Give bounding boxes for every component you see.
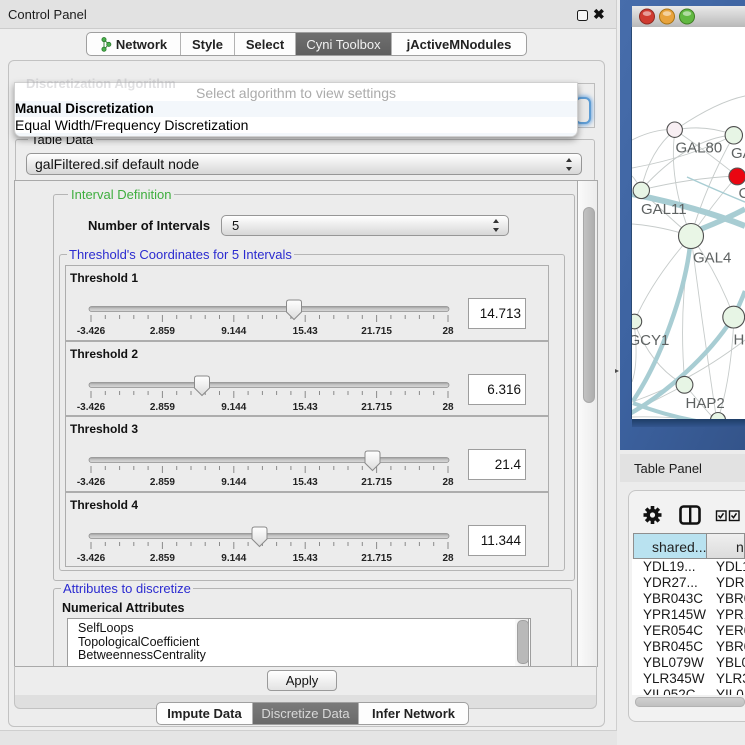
svg-text:HAP2: HAP2 <box>686 395 725 412</box>
svg-text:GAL80: GAL80 <box>676 140 723 157</box>
svg-text:15.43: 15.43 <box>293 402 318 413</box>
svg-text:HIS: HIS <box>734 332 745 349</box>
svg-text:GCY1: GCY1 <box>632 332 669 349</box>
svg-text:28: 28 <box>442 477 454 488</box>
svg-text:28: 28 <box>442 402 454 413</box>
svg-text:GAL4: GAL4 <box>693 250 731 267</box>
svg-text:GAL7: GAL7 <box>731 145 745 162</box>
svg-text:2.859: 2.859 <box>150 402 175 413</box>
svg-text:15.43: 15.43 <box>293 326 318 337</box>
svg-text:21.715: 21.715 <box>361 553 392 564</box>
svg-text:2.859: 2.859 <box>150 326 175 337</box>
svg-text:-3.426: -3.426 <box>77 326 106 337</box>
svg-text:9.144: 9.144 <box>221 326 246 337</box>
svg-text:9.144: 9.144 <box>221 553 246 564</box>
svg-text:GAL11: GAL11 <box>641 201 687 218</box>
svg-text:-3.426: -3.426 <box>77 402 106 413</box>
svg-text:CRP: CRP <box>739 185 745 202</box>
svg-text:2.859: 2.859 <box>150 553 175 564</box>
svg-text:2.859: 2.859 <box>150 477 175 488</box>
svg-text:15.43: 15.43 <box>293 553 318 564</box>
svg-text:21.715: 21.715 <box>361 326 392 337</box>
svg-text:21.715: 21.715 <box>361 477 392 488</box>
svg-text:28: 28 <box>442 326 454 337</box>
svg-text:28: 28 <box>442 553 454 564</box>
svg-text:15.43: 15.43 <box>293 477 318 488</box>
svg-text:-3.426: -3.426 <box>77 553 106 564</box>
svg-text:9.144: 9.144 <box>221 402 246 413</box>
svg-text:9.144: 9.144 <box>221 477 246 488</box>
svg-text:-3.426: -3.426 <box>77 477 106 488</box>
svg-text:21.715: 21.715 <box>361 402 392 413</box>
